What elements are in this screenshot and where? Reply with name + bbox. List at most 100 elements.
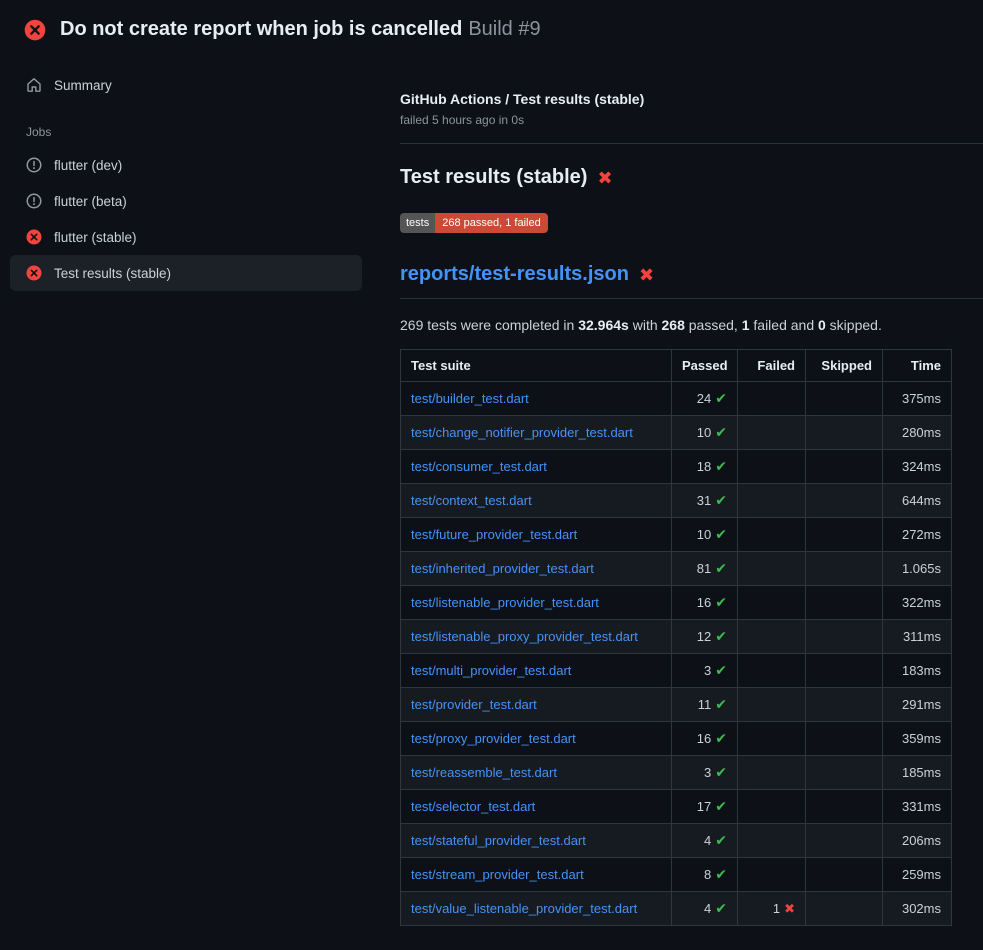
failed-cell [738,858,806,892]
skipped-cell [806,654,883,688]
failed-cell [738,790,806,824]
sidebar-item-summary[interactable]: Summary [10,67,362,103]
build-number: Build #9 [468,18,540,40]
home-icon [26,77,42,93]
section-heading: Test results (stable) ✖ [400,166,983,189]
test-suite-link[interactable]: test/provider_test.dart [411,697,537,712]
divider [400,143,983,144]
skipped-cell [806,450,883,484]
time-cell: 322ms [883,586,952,620]
job-label: flutter (beta) [54,194,127,209]
test-suite-link[interactable]: test/stream_provider_test.dart [411,867,584,882]
sidebar-summary-label: Summary [54,78,112,93]
summary-line: 269 tests were completed in 32.964s with… [400,317,983,333]
test-suite-link[interactable]: test/multi_provider_test.dart [411,663,571,678]
time-cell: 291ms [883,688,952,722]
test-suite-link[interactable]: test/value_listenable_provider_test.dart [411,901,637,916]
jobs-list: flutter (dev) flutter (beta) flutter (stab… [10,147,362,291]
passed-cell: 81✔ [672,552,738,586]
summary-time: 32.964s [578,317,629,333]
test-suite-link[interactable]: test/reassemble_test.dart [411,765,557,780]
job-label: flutter (stable) [54,230,137,245]
summary-failed: 1 [742,317,750,333]
failed-cell [738,722,806,756]
skipped-cell [806,484,883,518]
section-title: Test results (stable) [400,166,587,189]
table-row: test/consumer_test.dart18✔324ms [401,450,952,484]
breadcrumb: GitHub Actions / Test results (stable) [400,91,983,107]
skipped-cell [806,382,883,416]
time-cell: 375ms [883,382,952,416]
check-icon: ✔ [715,458,727,474]
test-suite-link[interactable]: test/consumer_test.dart [411,459,547,474]
check-icon: ✔ [715,730,727,746]
test-suite-link[interactable]: test/listenable_proxy_provider_test.dart [411,629,638,644]
tests-badge: tests 268 passed, 1 failed [400,213,548,233]
skipped-cell [806,620,883,654]
test-suite-link[interactable]: test/proxy_provider_test.dart [411,731,576,746]
passed-cell: 17✔ [672,790,738,824]
passed-cell: 4✔ [672,892,738,926]
skipped-cell [806,824,883,858]
sidebar-item-flutter-beta[interactable]: flutter (beta) [10,183,362,219]
test-suite-link[interactable]: test/future_provider_test.dart [411,527,577,542]
skipped-cell [806,858,883,892]
sidebar-item-flutter-dev[interactable]: flutter (dev) [10,147,362,183]
sidebar-item-test-results-stable[interactable]: Test results (stable) [10,255,362,291]
skipped-cell [806,892,883,926]
skipped-cell [806,586,883,620]
failed-cell [738,416,806,450]
badge-value: 268 passed, 1 failed [435,213,547,233]
check-icon: ✔ [715,798,727,814]
test-suite-link[interactable]: test/context_test.dart [411,493,532,508]
summary-text: passed, [685,317,742,333]
test-suite-link[interactable]: test/selector_test.dart [411,799,535,814]
main-content: GitHub Actions / Test results (stable) f… [376,53,983,926]
time-cell: 359ms [883,722,952,756]
test-suite-link[interactable]: test/builder_test.dart [411,391,529,406]
table-row: test/reassemble_test.dart3✔185ms [401,756,952,790]
time-cell: 280ms [883,416,952,450]
check-icon: ✔ [715,424,727,440]
time-cell: 183ms [883,654,952,688]
x-circle-icon [26,265,42,281]
table-row: test/context_test.dart31✔644ms [401,484,952,518]
table-row: test/multi_provider_test.dart3✔183ms [401,654,952,688]
failed-cell [738,450,806,484]
page-title: Do not create report when job is cancell… [60,18,462,40]
column-header-passed: Passed [672,350,738,382]
failed-cell [738,484,806,518]
failed-cell [738,382,806,416]
check-icon: ✔ [715,832,727,848]
test-suite-link[interactable]: test/listenable_provider_test.dart [411,595,599,610]
column-header-failed: Failed [738,350,806,382]
check-icon: ✔ [715,696,727,712]
report-link[interactable]: reports/test-results.json [400,263,629,286]
job-label: Test results (stable) [54,266,171,281]
report-heading: reports/test-results.json ✖ [400,263,983,299]
table-row: test/value_listenable_provider_test.dart… [401,892,952,926]
test-suite-link[interactable]: test/inherited_provider_test.dart [411,561,594,576]
check-icon: ✔ [715,526,727,542]
passed-cell: 31✔ [672,484,738,518]
failed-cell [738,756,806,790]
check-icon: ✔ [715,492,727,508]
skipped-cell [806,756,883,790]
check-icon: ✔ [715,662,727,678]
time-cell: 185ms [883,756,952,790]
cancelled-circle-icon [26,157,42,173]
x-circle-icon [26,229,42,245]
failed-cell [738,620,806,654]
sidebar-item-flutter-stable[interactable]: flutter (stable) [10,219,362,255]
check-icon: ✔ [715,764,727,780]
passed-cell: 12✔ [672,620,738,654]
failed-x-icon: ✖ [639,266,654,284]
test-suite-link[interactable]: test/stateful_provider_test.dart [411,833,586,848]
badge-label: tests [400,213,435,233]
table-header-row: Test suite Passed Failed Skipped Time [401,350,952,382]
time-cell: 272ms [883,518,952,552]
skipped-cell [806,552,883,586]
time-cell: 331ms [883,790,952,824]
results-table: Test suite Passed Failed Skipped Time te… [400,349,952,926]
test-suite-link[interactable]: test/change_notifier_provider_test.dart [411,425,633,440]
